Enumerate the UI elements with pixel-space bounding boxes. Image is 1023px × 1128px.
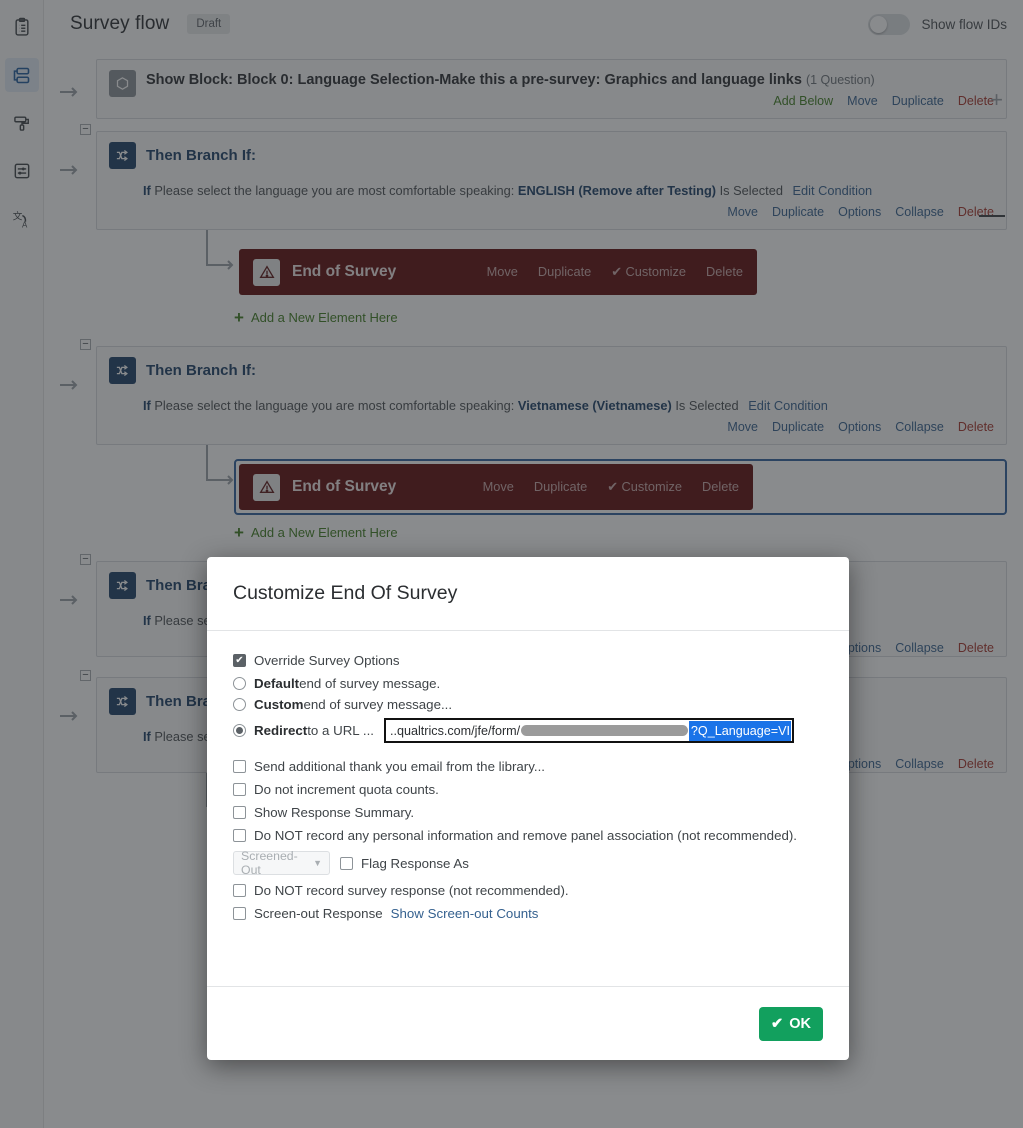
redirect-url-prefix: ..qualtrics.com/jfe/form/ bbox=[389, 723, 521, 738]
dialog-header: Customize End Of Survey bbox=[207, 557, 849, 631]
screen-out-response-row: Screen-out Response Show Screen-out Coun… bbox=[233, 906, 823, 921]
do-not-record-response-checkbox[interactable] bbox=[233, 884, 246, 897]
show-screen-out-counts-link[interactable]: Show Screen-out Counts bbox=[391, 906, 539, 921]
custom-message-label-bold: Custom bbox=[254, 697, 304, 712]
redirect-label-rest: to a URL ... bbox=[307, 723, 374, 738]
flag-response-checkbox[interactable] bbox=[340, 856, 353, 870]
screen-out-response-checkbox[interactable] bbox=[233, 907, 246, 920]
redirect-url-radio[interactable] bbox=[233, 724, 246, 737]
custom-message-label-rest: end of survey message... bbox=[303, 697, 453, 712]
do-not-increment-quota-checkbox[interactable] bbox=[233, 783, 246, 796]
show-response-summary-label: Show Response Summary. bbox=[254, 805, 415, 820]
send-thank-you-email-label: Send additional thank you email from the… bbox=[254, 759, 545, 774]
redirect-url-selected-text: ?Q_Language=VI bbox=[688, 720, 791, 741]
redirect-url-redacted-segment bbox=[521, 725, 688, 736]
redirect-label-bold: Redirect bbox=[254, 723, 308, 738]
custom-message-row: Custom end of survey message... bbox=[233, 697, 823, 712]
override-survey-options-checkbox[interactable] bbox=[233, 654, 246, 667]
flag-response-select-value: Screened-Out bbox=[241, 849, 298, 877]
redirect-url-input[interactable]: ..qualtrics.com/jfe/form/ ?Q_Language=VI bbox=[383, 718, 794, 743]
customize-end-of-survey-dialog: Customize End Of Survey Override Survey … bbox=[207, 557, 849, 1060]
do-not-increment-quota-label: Do not increment quota counts. bbox=[254, 782, 439, 797]
screen-out-response-label: Screen-out Response bbox=[254, 906, 383, 921]
flag-response-select[interactable]: Screened-Out ▼ bbox=[233, 849, 330, 877]
default-message-label-bold: Default bbox=[254, 676, 300, 691]
redirect-url-row: Redirect to a URL ... ..qualtrics.com/jf… bbox=[233, 718, 823, 743]
do-not-record-personal-info-checkbox[interactable] bbox=[233, 829, 246, 842]
do-not-record-response-label: Do NOT record survey response (not recom… bbox=[254, 883, 569, 898]
dialog-footer: ✔ OK bbox=[207, 986, 849, 1060]
default-message-radio[interactable] bbox=[233, 677, 246, 690]
dialog-body: Override Survey Options Default end of s… bbox=[207, 631, 849, 986]
send-thank-you-email-checkbox[interactable] bbox=[233, 760, 246, 773]
override-survey-options-label: Override Survey Options bbox=[254, 653, 400, 668]
default-message-label-rest: end of survey message. bbox=[299, 676, 441, 691]
ok-button[interactable]: ✔ OK bbox=[759, 1006, 823, 1041]
ok-button-label: OK bbox=[789, 1015, 811, 1032]
dialog-title: Customize End Of Survey bbox=[233, 582, 458, 604]
survey-flow-page: 文 A Survey flow Draft Show flow IDs bbox=[0, 0, 1023, 1128]
do-not-record-personal-info-label: Do NOT record any personal information a… bbox=[254, 828, 797, 843]
flag-response-label: Flag Response As bbox=[361, 855, 469, 871]
chevron-down-icon: ▼ bbox=[313, 858, 322, 868]
do-not-increment-quota-row: Do not increment quota counts. bbox=[233, 782, 823, 797]
check-icon: ✔ bbox=[771, 1015, 784, 1032]
custom-message-radio[interactable] bbox=[233, 698, 246, 711]
text-caret bbox=[790, 722, 792, 739]
default-message-row: Default end of survey message. bbox=[233, 676, 823, 691]
show-response-summary-row: Show Response Summary. bbox=[233, 805, 823, 820]
do-not-record-response-row: Do NOT record survey response (not recom… bbox=[233, 883, 823, 898]
flag-response-row: Screened-Out ▼ Flag Response As bbox=[233, 849, 823, 877]
override-survey-options-row: Override Survey Options bbox=[233, 653, 823, 668]
do-not-record-personal-info-row: Do NOT record any personal information a… bbox=[233, 828, 823, 843]
show-response-summary-checkbox[interactable] bbox=[233, 806, 246, 819]
send-thank-you-email-row: Send additional thank you email from the… bbox=[233, 759, 823, 774]
